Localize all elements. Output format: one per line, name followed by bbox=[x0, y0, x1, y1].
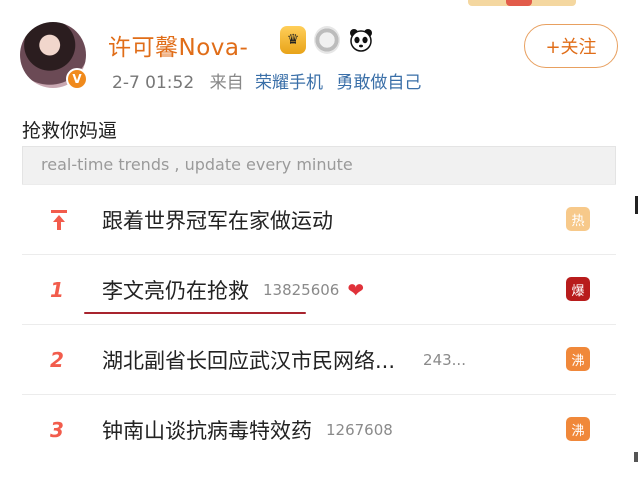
trend-row-3[interactable]: 3 钟南山谈抗病毒特效药 1267608 沸 bbox=[22, 394, 616, 464]
surge-tag-icon: 沸 bbox=[566, 417, 590, 441]
trend-title[interactable]: 钟南山谈抗病毒特效药 bbox=[102, 415, 312, 445]
username[interactable]: 许可馨Nova- bbox=[108, 28, 248, 62]
trend-rank: 2 bbox=[50, 348, 64, 372]
trend-row-pinned[interactable]: 跟着世界冠军在家做运动 热 bbox=[22, 184, 616, 254]
post-text: 抢救你妈逼 bbox=[22, 120, 118, 142]
source-prefix: 来自 bbox=[209, 73, 244, 93]
heart-icon: ❤ bbox=[347, 278, 365, 302]
post-header: V 许可馨Nova- ♛ 2-7 01:52 来自 荣耀手机 勇敢做自己 +关注 bbox=[0, 0, 640, 110]
medal-icon[interactable] bbox=[314, 26, 340, 54]
user-badges: ♛ bbox=[280, 26, 374, 54]
edge-mark bbox=[635, 196, 638, 214]
verified-badge-icon: V bbox=[66, 68, 88, 90]
trending-header: real-time trends , update every minute bbox=[22, 146, 616, 184]
trend-title[interactable]: 湖北副省长回应武汉市民网络... bbox=[102, 345, 395, 375]
trending-card: real-time trends , update every minute 跟… bbox=[22, 146, 616, 484]
edge-mark bbox=[634, 452, 638, 462]
trend-title-row: 钟南山谈抗病毒特效药 1267608 bbox=[102, 395, 393, 465]
highlight-underline bbox=[84, 312, 306, 314]
device-slogan-link[interactable]: 勇敢做自己 bbox=[336, 73, 421, 93]
crown-icon[interactable]: ♛ bbox=[280, 26, 306, 54]
panda-icon-svg bbox=[350, 29, 372, 52]
device-link[interactable]: 荣耀手机 bbox=[255, 73, 323, 93]
trend-count: 243... bbox=[423, 351, 466, 369]
boom-tag-icon: 爆 bbox=[566, 277, 590, 301]
trend-title[interactable]: 李文亮仍在抢救 bbox=[102, 275, 249, 305]
trend-rank: 3 bbox=[50, 418, 64, 442]
trend-row-2[interactable]: 2 湖北副省长回应武汉市民网络... 243... 沸 bbox=[22, 324, 616, 394]
post-time: 2-7 01:52 bbox=[112, 73, 195, 93]
surge-tag-icon: 沸 bbox=[566, 347, 590, 371]
trend-rank bbox=[50, 185, 68, 255]
follow-button[interactable]: +关注 bbox=[524, 24, 618, 68]
hot-tag-icon: 热 bbox=[566, 207, 590, 231]
post-meta: 2-7 01:52 来自 荣耀手机 勇敢做自己 bbox=[112, 68, 421, 93]
avatar[interactable]: V bbox=[20, 22, 88, 90]
trend-title[interactable]: 跟着世界冠军在家做运动 bbox=[102, 185, 333, 255]
panda-icon[interactable] bbox=[348, 26, 374, 54]
pin-top-icon bbox=[50, 210, 68, 230]
trend-count: 13825606 bbox=[263, 281, 340, 299]
trend-title-row: 湖北副省长回应武汉市民网络... 243... bbox=[102, 325, 466, 395]
trend-title-row: 李文亮仍在抢救 13825606 ❤ bbox=[102, 255, 364, 325]
trend-count: 1267608 bbox=[326, 421, 393, 439]
trend-rank: 1 bbox=[50, 278, 64, 302]
